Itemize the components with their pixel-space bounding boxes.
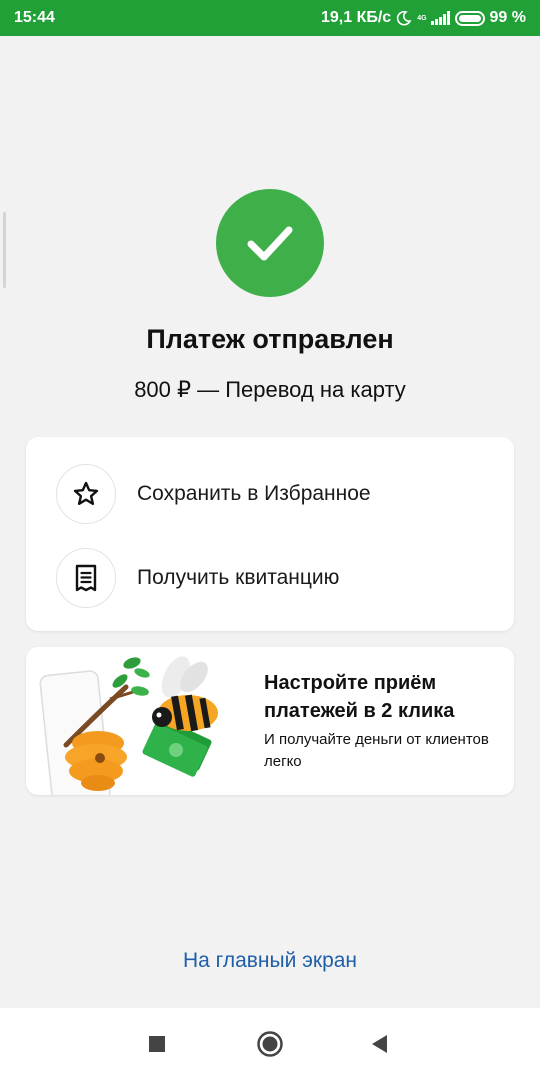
home-icon[interactable]: [250, 1024, 290, 1064]
page-title: Платеж отправлен: [146, 324, 394, 354]
get-receipt-button[interactable]: Получить квитанцию: [26, 536, 514, 620]
checkmark-icon: [247, 226, 293, 261]
status-time: 15:44: [14, 9, 55, 26]
moon-icon: [397, 10, 412, 26]
promo-text: И получайте деньги от клиентов легко: [264, 731, 489, 770]
edge-handle: [3, 212, 6, 288]
action-label: Сохранить в Избранное: [137, 482, 371, 505]
status-indicators: 19,1 КБ/с 4G 99 %: [321, 9, 526, 27]
receipt-icon: [56, 548, 116, 608]
back-icon[interactable]: [359, 1024, 399, 1064]
network-type: 4G: [417, 14, 427, 22]
promo-banner[interactable]: Настройте приём платежей в 2 клика И пол…: [26, 647, 514, 795]
actions-card: Сохранить в Избранное Получить квитанцию: [26, 437, 514, 631]
save-to-favorites-button[interactable]: Сохранить в Избранное: [26, 452, 514, 536]
battery-level: 99 %: [489, 9, 526, 26]
promo-title: Настройте приём платежей в 2 клика: [264, 672, 455, 722]
status-bar: 15:44 19,1 КБ/с 4G 99 %: [0, 0, 540, 36]
success-icon: [216, 189, 324, 297]
payment-summary: 800 ₽ — Перевод на карту: [134, 377, 406, 402]
star-icon: [56, 464, 116, 524]
battery-icon: [454, 10, 485, 26]
action-label: Получить квитанцию: [137, 566, 340, 589]
home-screen-link[interactable]: На главный экран: [0, 949, 540, 973]
signal-icon: [430, 11, 450, 25]
beehive-illustration: [39, 656, 218, 795]
system-nav-bar: [0, 1008, 540, 1080]
network-speed: 19,1 КБ/с: [320, 9, 392, 26]
recents-icon[interactable]: [137, 1024, 177, 1064]
